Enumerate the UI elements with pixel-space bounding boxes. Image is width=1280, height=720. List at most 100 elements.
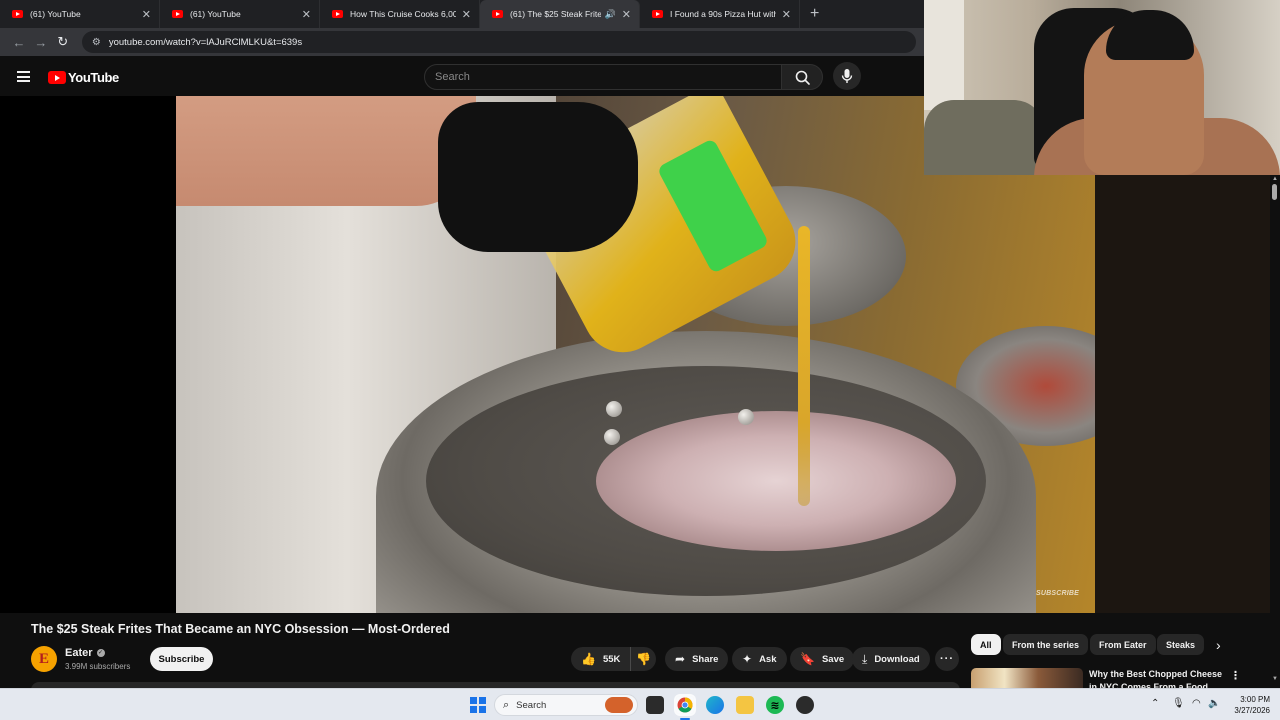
browser-tab[interactable]: (61) YouTube ✕	[160, 0, 320, 28]
ask-button[interactable]: ✦ Ask	[732, 647, 787, 671]
chrome-logo-icon	[677, 697, 693, 713]
subscriber-count: 3.99M subscribers	[65, 662, 131, 671]
search-button[interactable]	[781, 64, 823, 90]
bookmark-icon: 🔖	[800, 652, 815, 666]
page-scrollbar[interactable]	[1270, 175, 1280, 687]
wifi-icon[interactable]: ◠	[1192, 698, 1201, 709]
obs-icon[interactable]	[796, 696, 814, 714]
ask-label: Ask	[759, 653, 777, 665]
search-icon	[795, 70, 810, 85]
youtube-play-icon	[48, 71, 66, 84]
tab-close-icon[interactable]: ✕	[622, 8, 631, 21]
scroll-down-icon[interactable]: ▼	[1272, 676, 1278, 682]
browser-tab[interactable]: (61) YouTube ✕	[0, 0, 160, 28]
youtube-favicon-icon	[172, 10, 183, 18]
butter-pour-image	[798, 226, 810, 506]
browser-toolbar: ← → ↻ ⚙ youtube.com/watch?v=lAJuRClMLKU&…	[0, 28, 924, 56]
volume-icon[interactable]: 🔈	[1208, 698, 1220, 709]
chip-from-the-series[interactable]: From the series	[1003, 634, 1089, 655]
webcam-bed	[924, 100, 1044, 175]
search-input[interactable]: Search	[424, 64, 782, 90]
edge-icon[interactable]	[706, 696, 724, 714]
audio-playing-icon[interactable]: 🔊	[605, 9, 616, 20]
back-arrow-icon[interactable]: ←	[8, 35, 30, 50]
thumbs-down-icon: 👎	[636, 652, 652, 666]
like-button[interactable]: 👍 55K	[571, 647, 632, 671]
pot-rivet	[604, 429, 620, 445]
new-tab-button[interactable]: +	[810, 5, 819, 23]
chevron-right-icon[interactable]: ›	[1216, 637, 1221, 653]
forward-arrow-icon[interactable]: →	[30, 35, 52, 50]
more-actions-button[interactable]: ···	[935, 647, 959, 671]
clock-time: 3:00 PM	[1240, 695, 1270, 704]
tab-title: How This Cruise Cooks 6,000 Lb	[350, 9, 456, 19]
chip-steaks[interactable]: Steaks	[1157, 634, 1205, 655]
chip-all[interactable]: All	[971, 634, 1001, 655]
youtube-favicon-icon	[652, 10, 663, 18]
tab-close-icon[interactable]: ✕	[462, 8, 471, 21]
youtube-header: YouTube Search	[0, 58, 924, 96]
chip-from-eater[interactable]: From Eater	[1090, 634, 1156, 655]
browser-tab[interactable]: I Found a 90s Pizza Hut with an ✕	[640, 0, 800, 28]
youtube-wordmark: YouTube	[68, 70, 119, 85]
share-label: Share	[692, 653, 719, 665]
tab-close-icon[interactable]: ✕	[302, 8, 311, 21]
windows-start-icon[interactable]	[470, 697, 486, 713]
tab-title: (61) The $25 Steak Frites Th	[510, 9, 601, 19]
url-text: youtube.com/watch?v=lAJuRClMLKU&t=639s	[108, 36, 303, 48]
like-count: 55K	[602, 653, 621, 665]
channel-avatar[interactable]: E	[31, 646, 57, 672]
taskbar-search[interactable]: ⌕ Search	[494, 694, 638, 716]
search-placeholder: Search	[435, 71, 470, 83]
sparkle-icon: ✦	[742, 652, 753, 666]
recommendation-title[interactable]: Why the Best Chopped Cheese in NYC Comes…	[1089, 668, 1224, 688]
tab-close-icon[interactable]: ✕	[142, 8, 151, 21]
browser-tab-strip: (61) YouTube ✕ (61) YouTube ✕ How This C…	[0, 0, 924, 28]
tab-close-icon[interactable]: ✕	[782, 8, 791, 21]
tab-title: (61) YouTube	[30, 9, 81, 19]
system-clock[interactable]: 3:00 PM 3/27/2026	[1226, 694, 1270, 716]
black-glove-image	[438, 102, 638, 252]
youtube-favicon-icon	[492, 10, 503, 18]
chrome-icon[interactable]	[676, 696, 694, 714]
download-button[interactable]: ⤓ Download	[852, 647, 930, 671]
taskbar-search-label: Search	[516, 699, 547, 711]
channel-name-row[interactable]: Eater ✓	[65, 647, 105, 659]
site-info-icon[interactable]: ⚙	[92, 37, 101, 48]
scroll-up-icon[interactable]: ▲	[1272, 176, 1278, 182]
channel-name[interactable]: Eater	[65, 647, 93, 659]
pot-rivet	[606, 401, 622, 417]
share-button[interactable]: ➦ Share	[665, 647, 729, 671]
subscribe-watermark[interactable]: SUBSCRIBE	[1036, 590, 1079, 597]
browser-tab-active[interactable]: (61) The $25 Steak Frites Th 🔊 ✕	[480, 0, 640, 28]
search-icon: ⌕	[503, 698, 510, 711]
spotify-icon[interactable]: ≋	[766, 696, 784, 714]
address-bar[interactable]: ⚙ youtube.com/watch?v=lAJuRClMLKU&t=639s	[81, 31, 917, 53]
scrollbar-thumb[interactable]	[1272, 184, 1277, 200]
kebab-menu-icon[interactable]: ⋮	[1230, 669, 1241, 682]
voice-search-button[interactable]	[833, 62, 861, 90]
download-label: Download	[874, 653, 920, 665]
webcam-overlay	[924, 0, 1280, 175]
chevron-up-icon[interactable]: ⌃	[1151, 698, 1159, 709]
verified-check-icon: ✓	[96, 649, 105, 657]
microphone-tray-icon[interactable]: 🎙	[1172, 698, 1185, 709]
tab-title: (61) YouTube	[190, 9, 241, 19]
clock-date: 3/27/2026	[1234, 706, 1270, 715]
save-button[interactable]: 🔖 Save	[790, 647, 855, 671]
pot-rivet	[738, 409, 754, 425]
windows-taskbar: ⌕ Search ≋ ⌃ 🎙 ◠ 🔈 3:00 PM 3/27/2026	[0, 688, 1280, 720]
microphone-icon	[841, 69, 853, 83]
dislike-button[interactable]: 👎	[631, 647, 656, 671]
subscribe-button[interactable]: Subscribe	[150, 647, 213, 671]
sidebar-background	[1095, 175, 1270, 613]
recommendation-thumbnail[interactable]	[971, 668, 1083, 688]
tab-title: I Found a 90s Pizza Hut with an	[670, 9, 776, 19]
file-explorer-icon[interactable]	[736, 696, 754, 714]
youtube-logo[interactable]: YouTube	[48, 70, 119, 85]
browser-tab[interactable]: How This Cruise Cooks 6,000 Lb ✕	[320, 0, 480, 28]
thumbs-up-icon: 👍	[581, 652, 596, 666]
menu-icon[interactable]	[17, 71, 30, 82]
task-view-icon[interactable]	[646, 696, 664, 714]
reload-icon[interactable]: ↻	[52, 34, 74, 50]
